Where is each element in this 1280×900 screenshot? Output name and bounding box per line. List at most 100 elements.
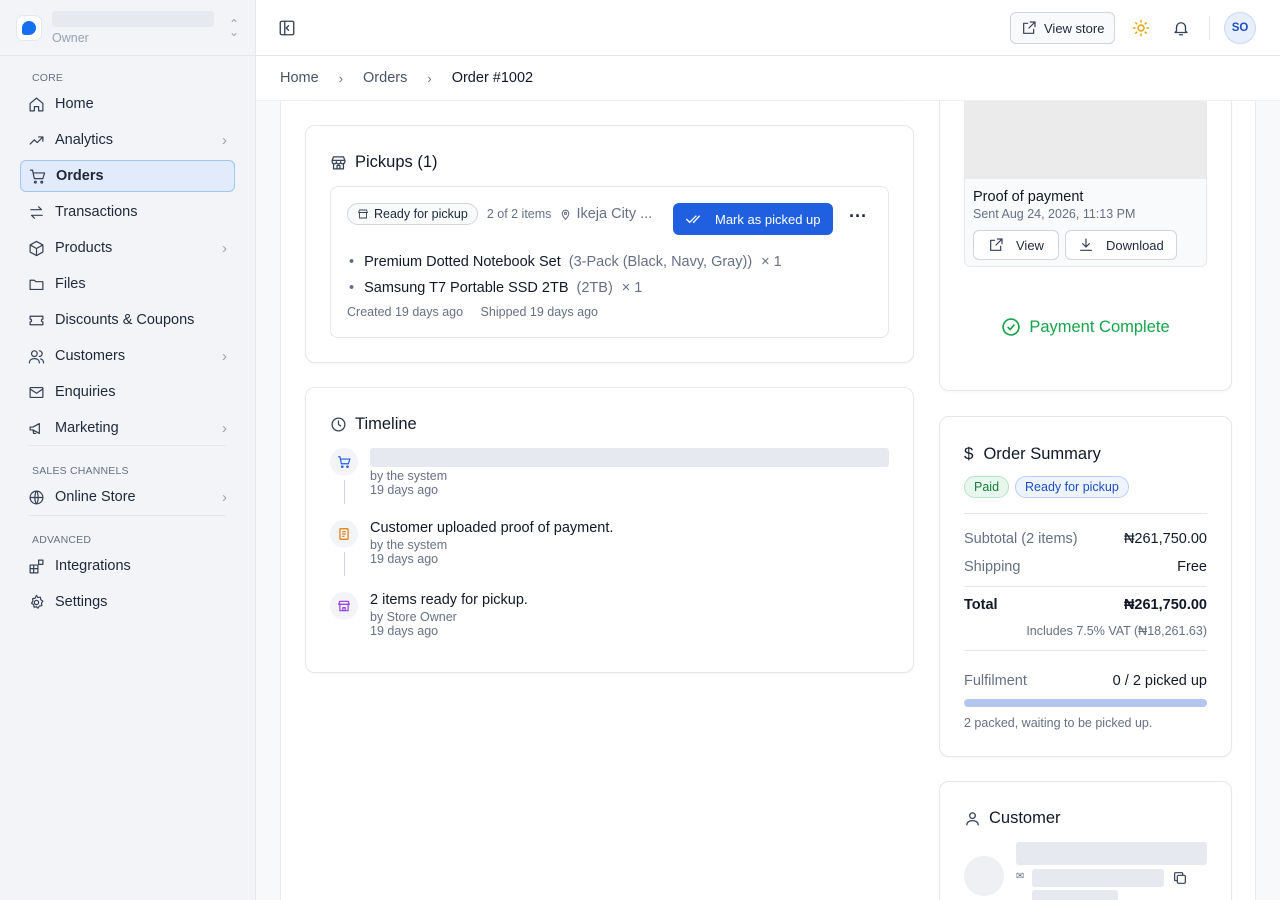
folder-icon [29, 279, 44, 290]
more-options-icon[interactable]: ··· [849, 207, 867, 225]
timeline-event-by: by the system [370, 469, 448, 483]
sidebar-item-label: Files [55, 276, 86, 292]
fulfilment-note: 2 packed, waiting to be picked up. [964, 716, 1153, 730]
payment-status-label: Payment Complete [1029, 317, 1170, 336]
pickup-shipped: Shipped 19 days ago [480, 305, 599, 319]
timeline-connector [344, 480, 345, 504]
order-summary-title: $ Order Summary [964, 444, 1101, 464]
ticket-icon [29, 315, 44, 325]
notifications-button[interactable] [1172, 19, 1190, 40]
external-link-icon [1023, 21, 1036, 34]
timeline-event-by: by Store Owner [370, 610, 457, 624]
download-proof-button[interactable]: Download [1064, 230, 1177, 260]
sidebar-item-label: Online Store [55, 489, 136, 505]
timeline-event-time: 19 days ago [370, 624, 439, 638]
sidebar-item-marketing[interactable]: Marketing › [20, 412, 235, 444]
sidebar-item-label: Customers [55, 348, 126, 364]
breadcrumb-current: Order #1002 [451, 70, 534, 86]
mail-icon [29, 386, 44, 398]
store-name-placeholder [52, 10, 214, 27]
sidebar-item-customers[interactable]: Customers › [20, 340, 235, 372]
map-pin-icon [562, 209, 570, 220]
sidebar-item-label: Settings [55, 594, 108, 610]
fulfilment-progress-bar [964, 699, 1207, 707]
order-summary-card: $ Order Summary Paid Ready for pickup Su… [939, 416, 1232, 757]
pickup-status-label: Ready for pickup [374, 207, 468, 221]
section-advanced: ADVANCED [32, 534, 92, 546]
dollar-icon: $ [964, 444, 974, 463]
store-icon [358, 209, 368, 219]
blocks-icon [29, 559, 44, 573]
external-link-icon [990, 238, 1003, 251]
sidebar-item-analytics[interactable]: Analytics › [20, 124, 235, 156]
breadcrumb-orders[interactable]: Orders [363, 70, 407, 86]
mark-picked-up-button[interactable]: Mark as picked up [673, 203, 833, 235]
sidebar-item-products[interactable]: Products › [20, 232, 235, 264]
view-store-label: View store [1044, 20, 1105, 36]
megaphone-icon [29, 422, 40, 434]
pickup-item-list: • Premium Dotted Notebook Set (3-Pack (B… [349, 249, 782, 301]
sidebar-item-label: Transactions [55, 204, 138, 220]
sidebar-item-enquiries[interactable]: Enquiries [20, 376, 235, 408]
cart-icon [29, 169, 46, 184]
sidebar-divider [28, 445, 226, 446]
view-proof-button[interactable]: View [973, 230, 1059, 260]
customer-avatar [964, 856, 1004, 896]
bell-icon [1174, 22, 1188, 36]
theme-toggle-button[interactable] [1132, 19, 1150, 40]
store-switcher[interactable]: Owner ⌃ ⌄ [0, 0, 255, 56]
sidebar-item-label: Enquiries [55, 384, 116, 400]
cart-icon [338, 456, 351, 469]
sidebar-item-home[interactable]: Home [20, 88, 235, 120]
breadcrumb-home[interactable]: Home [280, 70, 319, 86]
pickup-item-count: 2 of 2 items [486, 207, 552, 221]
timeline-title: Timeline [330, 415, 417, 434]
sidebar-item-files[interactable]: Files [20, 268, 235, 300]
customer-name-placeholder [1016, 842, 1207, 865]
shipping-value: Free [1177, 559, 1207, 575]
sidebar-toggle-button[interactable] [278, 19, 296, 40]
receipt-icon [339, 528, 349, 540]
sidebar-item-label: Integrations [55, 558, 131, 574]
clock-icon [331, 417, 346, 432]
sidebar-item-online-store[interactable]: Online Store › [20, 481, 235, 513]
chevron-right-icon: › [222, 419, 227, 437]
gear-icon [30, 594, 44, 609]
avatar[interactable]: SO [1224, 12, 1256, 44]
check-circle-icon [1002, 318, 1021, 336]
divider [964, 513, 1207, 514]
sidebar-item-label: Discounts & Coupons [55, 312, 195, 328]
user-icon [966, 812, 979, 826]
subtotal-label: Subtotal (2 items) [964, 531, 1078, 547]
subtotal-row: Subtotal (2 items) ₦261,750.00 [964, 531, 1207, 547]
pickups-title: Pickups (1) [330, 153, 438, 172]
users-icon [28, 349, 45, 363]
pickup-group: Ready for pickup 2 of 2 items Ikeja City… [330, 186, 889, 338]
pickup-dates: Created 19 days ago Shipped 19 days ago [347, 305, 598, 319]
timeline-event-time: 19 days ago [370, 483, 439, 497]
order-badges: Paid Ready for pickup [964, 476, 1129, 498]
pickup-created: Created 19 days ago [347, 305, 464, 319]
pickups-title-text: Pickups (1) [355, 153, 438, 171]
copy-email-button[interactable] [1172, 870, 1188, 889]
item-name: Premium Dotted Notebook Set [364, 254, 561, 270]
sidebar: Owner ⌃ ⌄ CORE Home Analytics › Orders Tr… [0, 0, 256, 900]
sidebar-item-integrations[interactable]: Integrations [20, 550, 235, 582]
sidebar-item-label: Analytics [55, 132, 114, 148]
item-qty: × 1 [761, 254, 782, 270]
view-store-button[interactable]: View store [1010, 12, 1116, 44]
chevrons-up-down-icon: ⌃ ⌄ [228, 16, 239, 39]
sidebar-item-transactions[interactable]: Transactions [20, 196, 235, 228]
panel-left-icon [279, 20, 295, 36]
timeline-event: by the system 19 days ago [370, 448, 889, 497]
sidebar-item-settings[interactable]: Settings [20, 586, 235, 618]
chevron-right-icon: › [222, 239, 227, 257]
pickup-location: Ikeja City ... [576, 206, 653, 222]
breadcrumb: Home › Orders › Order #1002 [256, 56, 1280, 101]
sidebar-item-orders[interactable]: Orders [20, 160, 235, 192]
sidebar-item-discounts[interactable]: Discounts & Coupons [20, 304, 235, 336]
timeline-event: Customer uploaded proof of payment. by t… [370, 520, 613, 566]
list-item: • Samsung T7 Portable SSD 2TB (2TB) × 1 [349, 280, 643, 296]
timeline-event-text-placeholder [370, 448, 889, 467]
sidebar-item-label: Marketing [55, 420, 119, 436]
